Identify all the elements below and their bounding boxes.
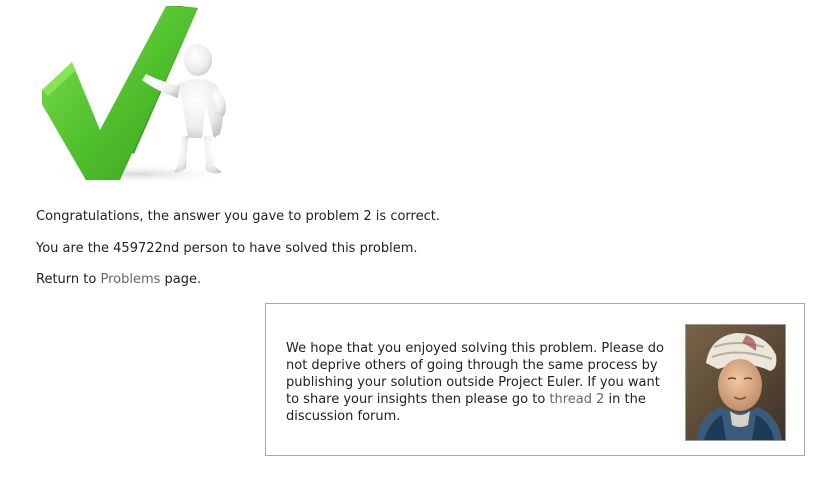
congrats-message: Congratulations, the answer you gave to … xyxy=(36,209,440,224)
thread-link[interactable]: thread 2 xyxy=(549,392,604,407)
problems-link[interactable]: Problems xyxy=(100,272,160,287)
info-box: We hope that you enjoyed solving this pr… xyxy=(265,303,805,456)
euler-portrait-image xyxy=(685,324,786,441)
solver-count-message: You are the 459722nd person to have solv… xyxy=(36,241,418,256)
info-text: We hope that you enjoyed solving this pr… xyxy=(286,340,666,425)
checkmark-with-figure-icon xyxy=(42,6,233,184)
return-prefix: Return to xyxy=(36,272,101,287)
return-message: Return to Problems page. xyxy=(36,272,201,288)
return-suffix: page. xyxy=(160,272,202,287)
